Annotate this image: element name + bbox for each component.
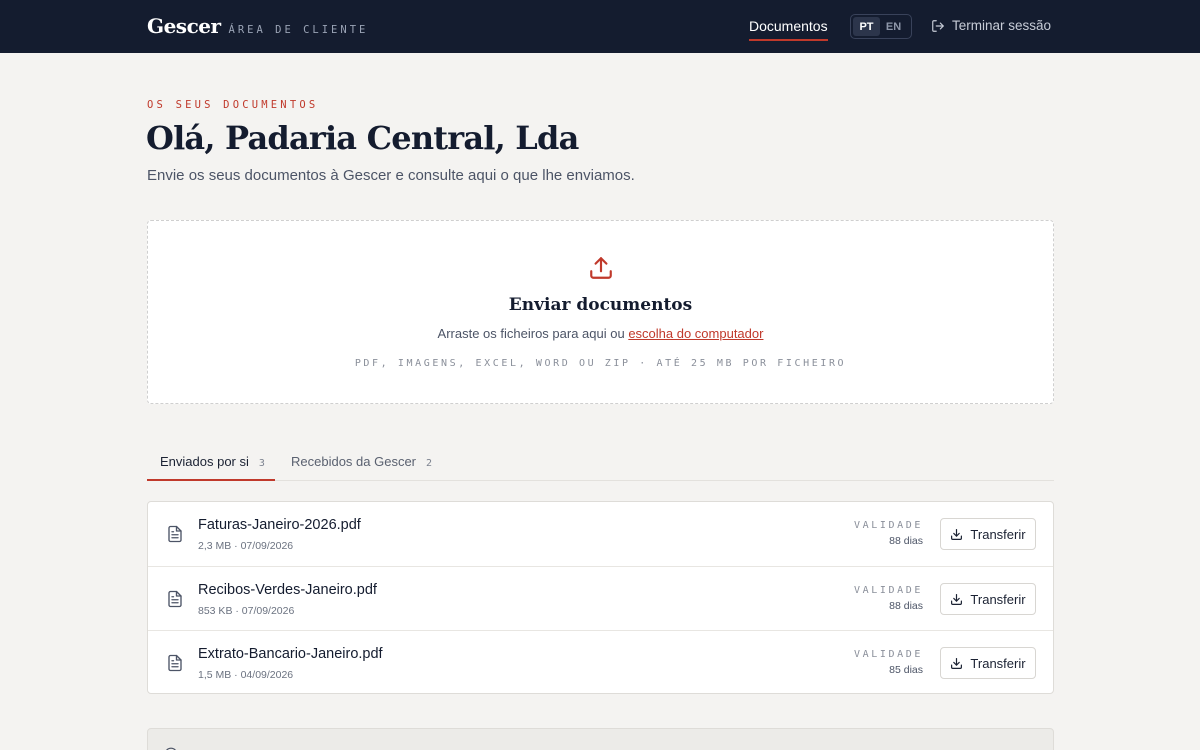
document-icon xyxy=(168,654,182,672)
brand[interactable]: Gescer ÁREA DE CLIENTE xyxy=(147,14,368,38)
document-tabs: Enviados por si 3 Recebidos da Gescer 2 xyxy=(147,444,1054,481)
validity-value: 88 dias xyxy=(889,535,923,547)
download-icon xyxy=(951,593,963,605)
download-button[interactable]: Transferir xyxy=(940,583,1036,615)
lang-en-button[interactable]: EN xyxy=(880,17,907,36)
upload-hint: PDF, IMAGENS, EXCEL, WORD OU ZIP · ATÉ 2… xyxy=(354,358,847,369)
validity-value: 88 dias xyxy=(889,600,923,612)
download-button[interactable]: Transferir xyxy=(940,647,1036,679)
tab-received-count: 2 xyxy=(426,458,433,469)
tab-sent-label: Enviados por si xyxy=(160,454,249,469)
file-meta: 853 KB · 07/09/2026 xyxy=(198,605,295,617)
document-icon xyxy=(168,525,182,543)
tab-sent[interactable]: Enviados por si 3 xyxy=(160,454,265,469)
download-label: Transferir xyxy=(970,526,1026,542)
upload-dropzone[interactable]: Enviar documentos Arraste os ficheiros p… xyxy=(147,220,1054,404)
file-name: Recibos-Verdes-Janeiro.pdf xyxy=(198,582,377,598)
active-tab-indicator xyxy=(147,479,275,481)
validity-label: VALIDADE xyxy=(854,585,923,596)
language-switcher: PT EN xyxy=(850,14,912,39)
logout-label: Terminar sessão xyxy=(952,18,1052,33)
logout-button[interactable]: Terminar sessão xyxy=(931,18,1051,33)
file-name: Extrato-Bancario-Janeiro.pdf xyxy=(198,646,383,662)
download-button[interactable]: Transferir xyxy=(940,518,1036,550)
download-label: Transferir xyxy=(970,591,1026,607)
file-row: Recibos-Verdes-Janeiro.pdf 853 KB · 07/0… xyxy=(148,566,1053,630)
document-icon xyxy=(168,590,182,608)
upload-description-text: Arraste os ficheiros para aqui ou xyxy=(437,326,629,341)
file-row: Extrato-Bancario-Janeiro.pdf 1,5 MB · 04… xyxy=(148,630,1053,694)
upload-icon xyxy=(590,257,612,279)
choose-file-link[interactable]: escolha do computador xyxy=(628,326,763,341)
tab-received-label: Recebidos da Gescer xyxy=(291,454,417,469)
info-notice xyxy=(147,728,1054,750)
validity-label: VALIDADE xyxy=(854,520,923,531)
file-list: Faturas-Janeiro-2026.pdf 2,3 MB · 07/09/… xyxy=(147,501,1054,694)
page-subtitle: Envie os seus documentos à Gescer e cons… xyxy=(147,167,635,184)
file-row: Faturas-Janeiro-2026.pdf 2,3 MB · 07/09/… xyxy=(148,502,1053,566)
brand-name: Gescer xyxy=(147,14,221,38)
file-meta: 2,3 MB · 07/09/2026 xyxy=(198,540,294,552)
nav-documents[interactable]: Documentos xyxy=(749,18,828,41)
upload-description: Arraste os ficheiros para aqui ou escolh… xyxy=(148,326,1053,341)
lang-pt-button[interactable]: PT xyxy=(853,17,880,36)
top-bar: Gescer ÁREA DE CLIENTE Documentos PT EN … xyxy=(0,0,1200,53)
page-title: Olá, Padaria Central, Lda xyxy=(146,119,579,157)
download-icon xyxy=(951,657,963,669)
validity-label: VALIDADE xyxy=(854,649,923,660)
download-label: Transferir xyxy=(970,655,1026,671)
logout-icon xyxy=(932,19,944,32)
section-eyebrow: OS SEUS DOCUMENTOS xyxy=(147,99,319,111)
validity-value: 85 dias xyxy=(889,664,923,676)
download-icon xyxy=(951,528,963,540)
upload-title: Enviar documentos xyxy=(508,295,693,315)
tab-sent-count: 3 xyxy=(258,458,265,469)
file-meta: 1,5 MB · 04/09/2026 xyxy=(198,669,294,681)
file-name: Faturas-Janeiro-2026.pdf xyxy=(198,517,361,533)
tab-received[interactable]: Recebidos da Gescer 2 xyxy=(291,454,432,469)
brand-subtitle: ÁREA DE CLIENTE xyxy=(228,24,369,36)
